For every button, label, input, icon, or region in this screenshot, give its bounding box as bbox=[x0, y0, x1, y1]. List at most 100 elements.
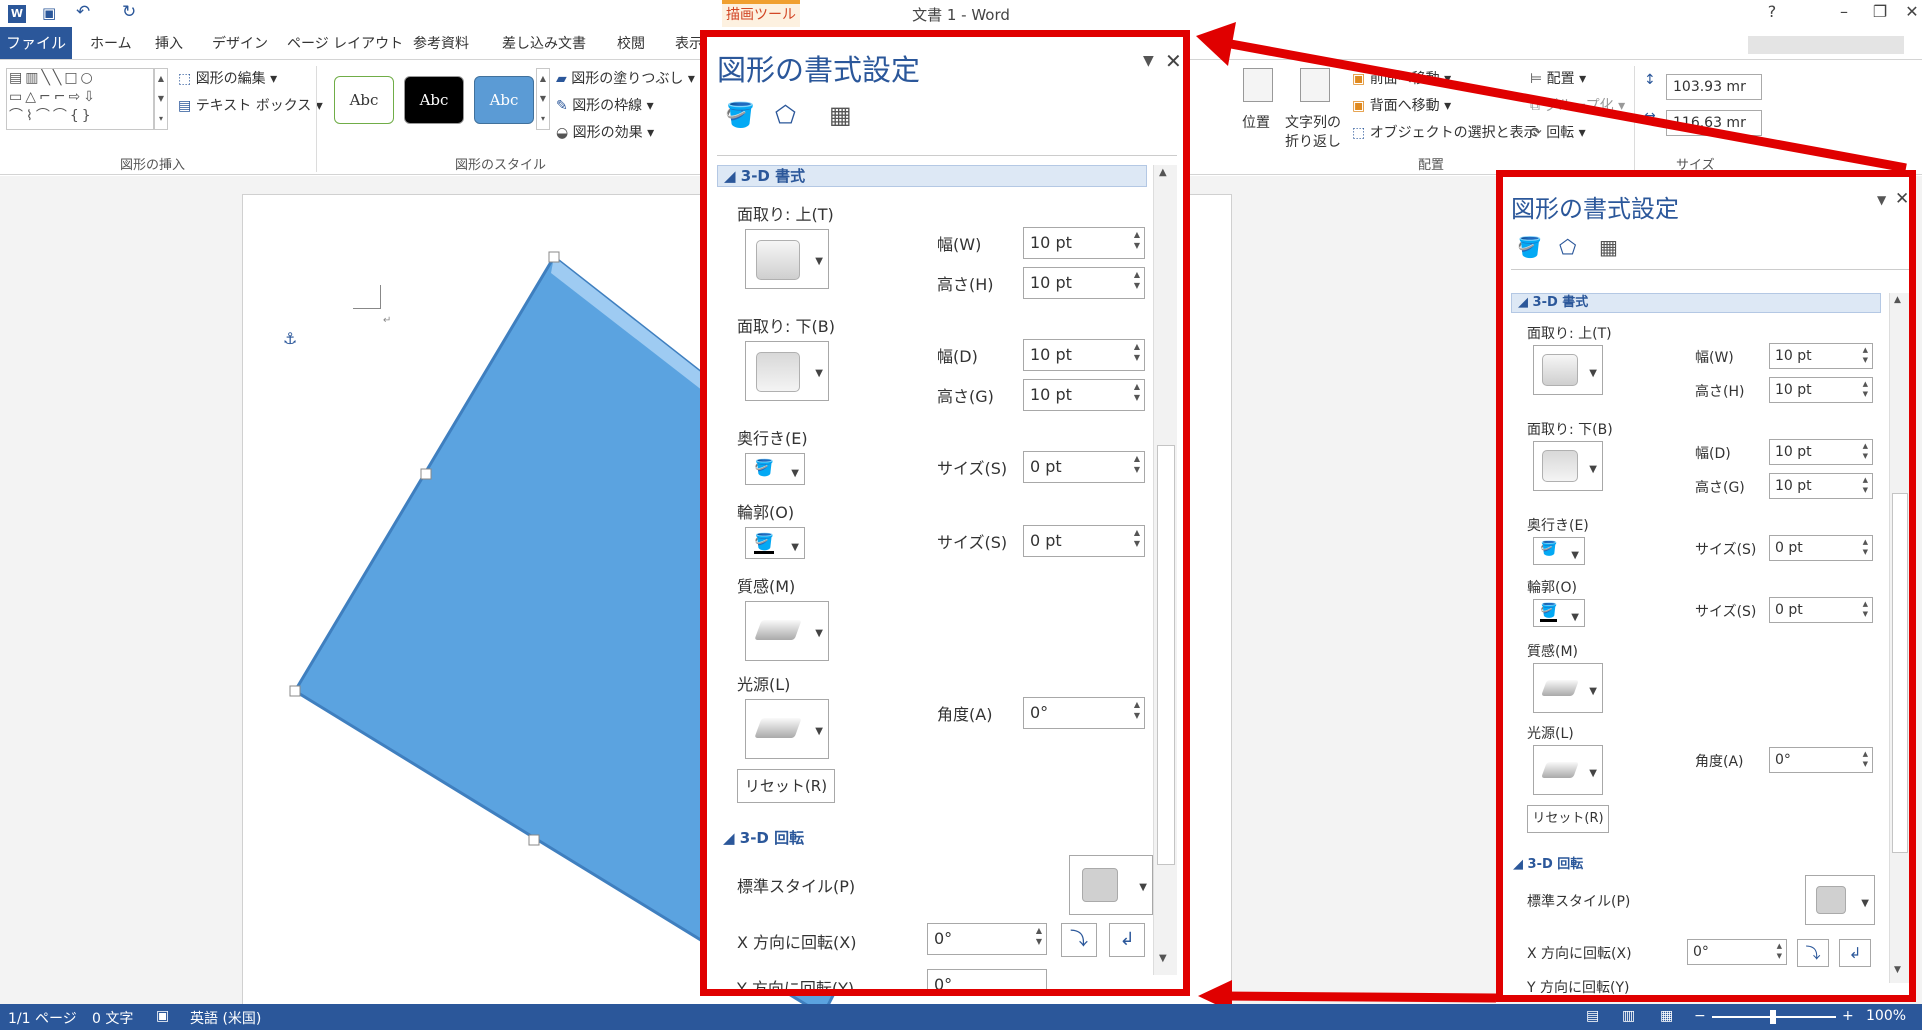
x-rotate-right-button[interactable]: ↲ bbox=[1839, 939, 1871, 967]
bevel-top-gallery[interactable]: ▼ bbox=[745, 229, 829, 289]
proofing-icon[interactable]: ▣ bbox=[156, 1008, 169, 1024]
spin-arrows-icon[interactable]: ▲ ▼ bbox=[1134, 341, 1140, 363]
selection-handle[interactable] bbox=[528, 834, 540, 846]
send-backward-button[interactable]: ▣ 背面へ移動 ▾ bbox=[1352, 95, 1451, 115]
spin-arrows-icon[interactable]: ▲ ▼ bbox=[1863, 345, 1868, 365]
section-3d-format[interactable]: ◢ 3-D 書式 bbox=[1511, 293, 1881, 313]
spin-arrows-icon[interactable]: ▲ ▼ bbox=[1134, 453, 1140, 475]
scroll-up-icon[interactable]: ▲ bbox=[1894, 295, 1901, 305]
tab-insert[interactable]: 挿入 bbox=[155, 33, 183, 53]
material-gallery[interactable]: ▼ bbox=[745, 601, 829, 661]
layout-properties-tab-icon[interactable]: ▦ bbox=[829, 101, 852, 129]
section-3d-rotation[interactable]: ◢ 3-D 回転 bbox=[1513, 853, 1583, 872]
material-gallery[interactable]: ▼ bbox=[1533, 663, 1603, 713]
spin-arrows-icon[interactable]: ▲ ▼ bbox=[1777, 941, 1782, 961]
selection-handle[interactable] bbox=[289, 685, 301, 697]
page-count[interactable]: 1/1 ページ bbox=[8, 1008, 77, 1028]
tab-references[interactable]: 参考資料 bbox=[413, 33, 469, 53]
bevel-bottom-gallery[interactable]: ▼ bbox=[1533, 441, 1603, 491]
pane-scrollbar[interactable]: ▲ ▼ bbox=[1153, 165, 1177, 975]
spin-arrows-icon[interactable]: ▲ ▼ bbox=[1863, 441, 1868, 461]
spin-arrows-icon[interactable]: ▲ ▼ bbox=[1134, 381, 1140, 403]
depth-size-input[interactable]: 0 pt ▲ ▼ bbox=[1769, 535, 1873, 561]
zoom-out-icon[interactable]: − bbox=[1694, 1008, 1706, 1024]
shape-outline-button[interactable]: ✎ 図形の枠線 ▾ bbox=[556, 95, 654, 115]
spin-arrows-icon[interactable]: ▲ ▼ bbox=[1863, 379, 1868, 399]
wrap-text-button-line2[interactable]: 折り返し bbox=[1285, 131, 1341, 151]
depth-color-picker[interactable]: 🪣 ▼ bbox=[745, 453, 805, 485]
scroll-down-icon[interactable]: ▼ bbox=[1159, 953, 1167, 964]
bevel-top-height-input[interactable]: 10 pt ▲ ▼ bbox=[1023, 267, 1145, 299]
x-rotate-left-button[interactable]: ⤵ bbox=[1061, 923, 1097, 957]
close-button[interactable]: ✕ bbox=[1898, 2, 1922, 21]
scroll-up-icon[interactable]: ▲ bbox=[1159, 167, 1167, 178]
selection-pane-button[interactable]: ⬚ オブジェクトの選択と表示 bbox=[1352, 122, 1538, 142]
tab-layout[interactable]: ページ レイアウト bbox=[287, 33, 403, 53]
scroll-down-icon[interactable]: ▼ bbox=[1894, 965, 1901, 975]
y-rotation-input[interactable]: 0° bbox=[927, 969, 1047, 989]
rotation-preset-gallery[interactable]: ▼ bbox=[1805, 875, 1875, 925]
spin-arrows-icon[interactable]: ▲ ▼ bbox=[1863, 537, 1868, 557]
selection-handle[interactable] bbox=[548, 251, 560, 263]
reset-button[interactable]: リセット(R) bbox=[1527, 805, 1609, 833]
effects-tab-icon[interactable]: ⬠ bbox=[775, 101, 796, 129]
tab-home[interactable]: ホーム bbox=[90, 33, 132, 53]
position-icon[interactable] bbox=[1243, 68, 1273, 102]
tab-view[interactable]: 表示 bbox=[675, 33, 703, 53]
depth-size-input[interactable]: 0 pt ▲ ▼ bbox=[1023, 451, 1145, 483]
pane-scrollbar[interactable]: ▲ ▼ bbox=[1889, 293, 1909, 983]
bevel-top-width-input[interactable]: 10 pt ▲ ▼ bbox=[1023, 227, 1145, 259]
layout-properties-tab-icon[interactable]: ▦ bbox=[1599, 235, 1618, 259]
style-preset-blue[interactable]: Abc bbox=[474, 76, 534, 124]
shape-effects-button[interactable]: ◒ 図形の効果 ▾ bbox=[556, 122, 654, 142]
spin-arrows-icon[interactable]: ▲ ▼ bbox=[1134, 229, 1140, 251]
rotate-button[interactable]: ⟳ 回転 ▾ bbox=[1530, 122, 1586, 142]
fill-line-tab-icon[interactable]: 🪣 bbox=[725, 101, 755, 129]
reset-button[interactable]: リセット(R) bbox=[737, 769, 835, 803]
bevel-bottom-height-input[interactable]: 10 pt ▲ ▼ bbox=[1023, 379, 1145, 411]
x-rotate-left-button[interactable]: ⤵ bbox=[1797, 939, 1829, 967]
tab-file[interactable]: ファイル bbox=[0, 27, 72, 59]
pane-close-icon[interactable]: ✕ bbox=[1165, 49, 1182, 73]
wrap-text-icon[interactable] bbox=[1300, 68, 1330, 102]
pane-close-icon[interactable]: ✕ bbox=[1895, 189, 1909, 209]
spin-arrows-icon[interactable]: ▲ ▼ bbox=[1036, 925, 1042, 947]
restore-button[interactable]: ❐ bbox=[1866, 2, 1894, 21]
web-layout-icon[interactable]: ▦ bbox=[1660, 1008, 1673, 1024]
contour-size-input[interactable]: 0 pt ▲ ▼ bbox=[1023, 525, 1145, 557]
minimize-button[interactable]: – bbox=[1830, 2, 1858, 21]
edit-shape-button[interactable]: ⬚ 図形の編集 ▾ bbox=[178, 68, 277, 88]
pane-options-icon[interactable]: ▼ bbox=[1877, 193, 1886, 207]
section-3d-format[interactable]: ◢ 3-D 書式 bbox=[717, 165, 1147, 187]
lighting-gallery[interactable]: ▼ bbox=[745, 699, 829, 759]
tab-design[interactable]: デザイン bbox=[212, 33, 268, 53]
scroll-thumb[interactable] bbox=[1892, 493, 1908, 853]
bevel-top-width-input[interactable]: 10 pt ▲ ▼ bbox=[1769, 343, 1873, 369]
x-rotate-right-button[interactable]: ↲ bbox=[1109, 923, 1145, 957]
bevel-bottom-gallery[interactable]: ▼ bbox=[745, 341, 829, 401]
style-preset-black[interactable]: Abc bbox=[404, 76, 464, 124]
shape-width-input[interactable]: 116.63 mr bbox=[1666, 110, 1762, 136]
bevel-bottom-width-input[interactable]: 10 pt ▲ ▼ bbox=[1769, 439, 1873, 465]
fill-line-tab-icon[interactable]: 🪣 bbox=[1517, 235, 1542, 259]
tab-mailings[interactable]: 差し込み文書 bbox=[502, 33, 586, 53]
section-3d-rotation[interactable]: ◢ 3-D 回転 bbox=[723, 827, 804, 848]
language[interactable]: 英語 (米国) bbox=[190, 1008, 261, 1028]
shape-fill-button[interactable]: ▰ 図形の塗りつぶし ▾ bbox=[556, 68, 695, 88]
word-count[interactable]: 0 文字 bbox=[92, 1008, 133, 1028]
x-rotation-input[interactable]: 0° ▲ ▼ bbox=[1687, 939, 1787, 965]
shape-height-input[interactable]: 103.93 mr bbox=[1666, 74, 1762, 100]
spin-arrows-icon[interactable]: ▲ ▼ bbox=[1134, 527, 1140, 549]
position-button[interactable]: 位置 bbox=[1242, 112, 1270, 132]
zoom-in-icon[interactable]: + bbox=[1842, 1008, 1854, 1024]
spin-arrows-icon[interactable]: ▲ ▼ bbox=[1134, 269, 1140, 291]
bevel-bottom-width-input[interactable]: 10 pt ▲ ▼ bbox=[1023, 339, 1145, 371]
contour-color-picker[interactable]: 🪣 ▼ bbox=[1533, 599, 1585, 627]
lighting-angle-input[interactable]: 0° ▲ ▼ bbox=[1023, 697, 1145, 729]
zoom-level[interactable]: 100% bbox=[1866, 1008, 1906, 1024]
contour-color-picker[interactable]: 🪣 ▼ bbox=[745, 527, 805, 559]
zoom-slider[interactable] bbox=[1712, 1010, 1836, 1024]
read-mode-icon[interactable]: ▤ bbox=[1586, 1008, 1599, 1024]
text-box-button[interactable]: ▤ テキスト ボックス ▾ bbox=[178, 95, 323, 115]
bevel-top-height-input[interactable]: 10 pt ▲ ▼ bbox=[1769, 377, 1873, 403]
